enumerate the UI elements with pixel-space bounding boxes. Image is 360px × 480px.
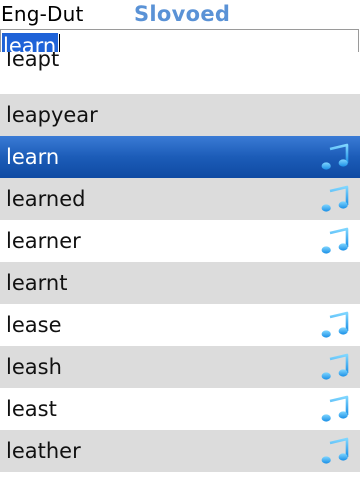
list-item-word: leather (6, 439, 81, 463)
music-note-icon[interactable] (320, 185, 350, 213)
list-item-word: learned (6, 187, 86, 211)
word-list[interactable]: leapt leapyear learn learned learner lea… (0, 52, 360, 480)
list-item[interactable]: lease (0, 304, 360, 346)
list-item-selected[interactable]: learn (0, 136, 360, 178)
list-item[interactable]: leapyear (0, 94, 360, 136)
list-item[interactable]: learnt (0, 262, 360, 304)
music-note-icon[interactable] (320, 437, 350, 465)
list-item[interactable]: learner (0, 220, 360, 262)
list-item-word: leapyear (6, 103, 98, 127)
list-item-word: leash (6, 355, 62, 379)
brand-logo: Slovoed (134, 2, 231, 26)
music-note-icon[interactable] (320, 143, 350, 171)
list-item-word: learner (6, 229, 81, 253)
music-note-icon[interactable] (320, 311, 350, 339)
list-item[interactable]: leather (0, 430, 360, 472)
music-note-icon[interactable] (320, 395, 350, 423)
list-item[interactable]: least (0, 388, 360, 430)
list-item[interactable]: leash (0, 346, 360, 388)
app-header: Eng-Dut Slovoed (0, 0, 360, 28)
list-item-word: least (6, 397, 57, 421)
list-item-word: learnt (6, 271, 68, 295)
music-note-icon[interactable] (320, 353, 350, 381)
list-item-word: lease (6, 313, 62, 337)
list-item[interactable]: leapt (0, 52, 360, 94)
music-note-icon[interactable] (320, 227, 350, 255)
list-item[interactable]: learned (0, 178, 360, 220)
language-pair-label[interactable]: Eng-Dut (1, 2, 84, 26)
list-item-word: learn (6, 145, 60, 169)
list-item-word: leapt (6, 52, 60, 71)
